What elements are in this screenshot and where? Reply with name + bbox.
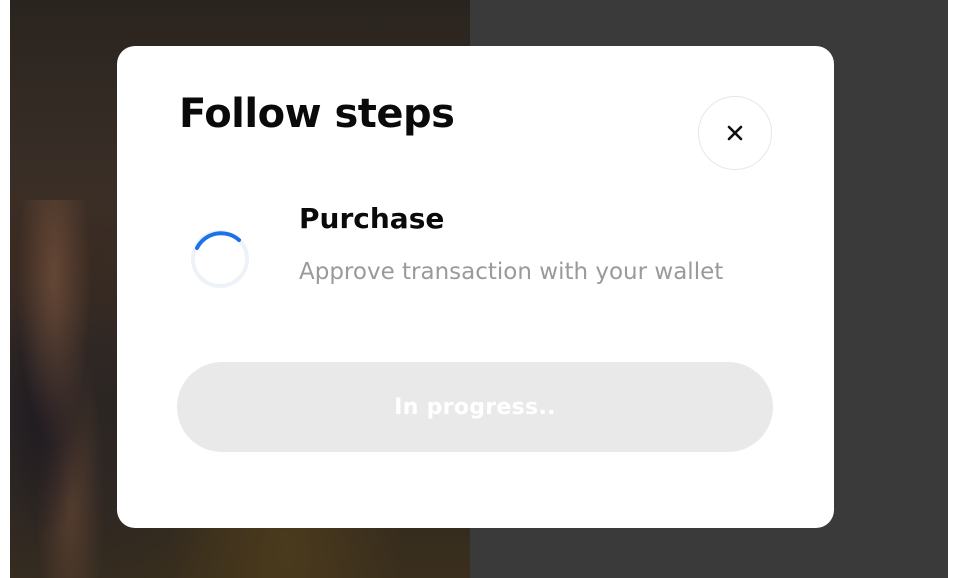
in-progress-button[interactable]: In progress.. [177, 362, 773, 452]
loading-spinner-icon [191, 230, 249, 288]
page: Follow steps Purchase Approve transactio… [0, 0, 953, 578]
step-description: Approve transaction with your wallet [299, 259, 724, 285]
page-edge [948, 0, 953, 578]
close-icon [727, 125, 743, 141]
background-character-art [10, 200, 120, 578]
modal-title: Follow steps [179, 91, 455, 137]
follow-steps-modal: Follow steps Purchase Approve transactio… [117, 46, 834, 528]
step-title: Purchase [299, 202, 445, 235]
close-button[interactable] [698, 96, 772, 170]
step-purchase: Purchase Approve transaction with your w… [189, 198, 789, 338]
